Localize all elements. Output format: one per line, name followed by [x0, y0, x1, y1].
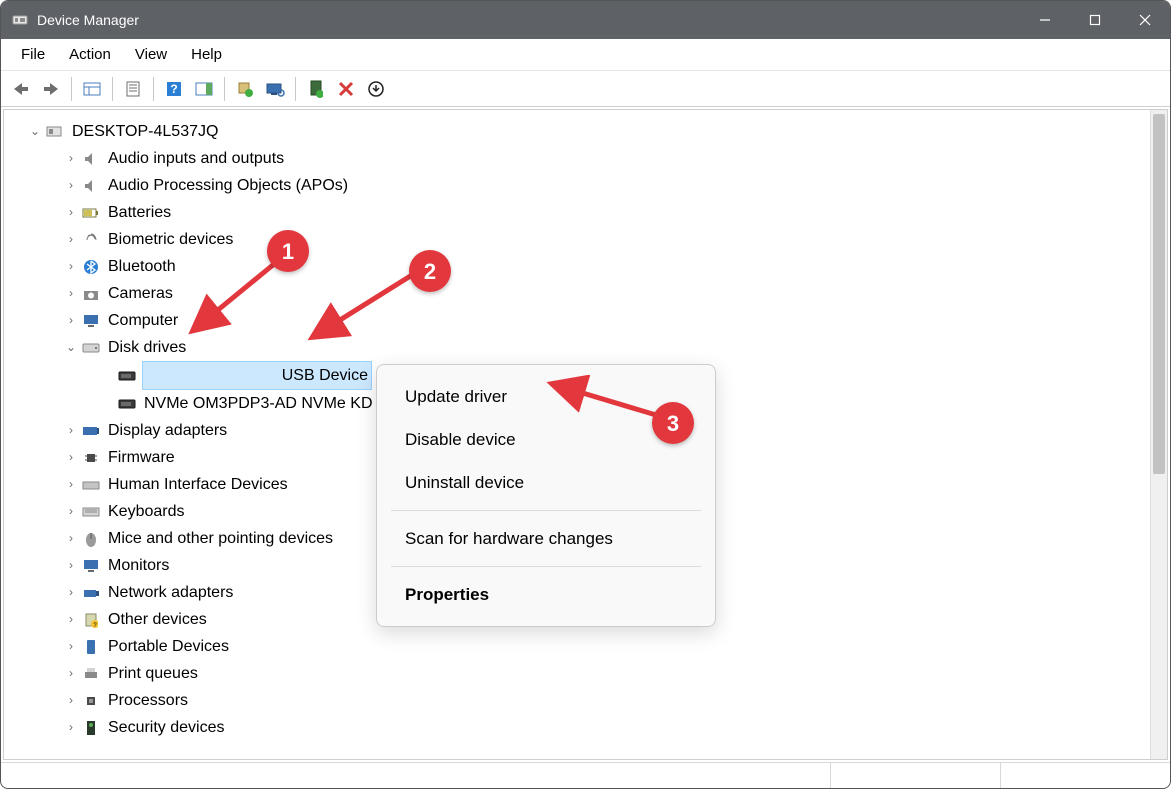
expand-icon[interactable]: ›: [62, 444, 80, 471]
minimize-button[interactable]: [1020, 1, 1070, 39]
window-controls: [1020, 1, 1170, 39]
context-separator: [391, 510, 701, 511]
hid-icon: [80, 475, 102, 495]
scrollbar-thumb[interactable]: [1153, 114, 1165, 474]
disk-drive-icon: [116, 366, 138, 386]
mouse-icon: [80, 529, 102, 549]
expand-icon[interactable]: ›: [62, 633, 80, 660]
context-uninstall-device[interactable]: Uninstall device: [377, 461, 715, 504]
uninstall-device-button[interactable]: [362, 75, 390, 103]
expand-icon[interactable]: ›: [62, 579, 80, 606]
disable-device-button[interactable]: [332, 75, 360, 103]
cpu-icon: [80, 691, 102, 711]
expand-icon[interactable]: ›: [62, 660, 80, 687]
security-device-icon: [80, 718, 102, 738]
expand-icon[interactable]: ›: [62, 714, 80, 741]
collapse-icon[interactable]: ⌄: [62, 334, 80, 361]
chip-icon: [80, 448, 102, 468]
speaker-icon: [80, 149, 102, 169]
expand-icon[interactable]: ›: [62, 417, 80, 444]
annotation-badge-3: 3: [652, 402, 694, 444]
monitor-icon: [80, 311, 102, 331]
category-biometric[interactable]: ›Biometric devices: [8, 226, 1146, 253]
expand-icon[interactable]: ›: [62, 307, 80, 334]
device-manager-window: Device Manager File Action View Help ?: [0, 0, 1171, 789]
portable-device-icon: [80, 637, 102, 657]
computer-icon: [44, 122, 66, 142]
expand-icon[interactable]: ›: [62, 172, 80, 199]
category-computer[interactable]: ›Computer: [8, 307, 1146, 334]
printer-icon: [80, 664, 102, 684]
properties-button[interactable]: [119, 75, 147, 103]
expand-icon[interactable]: ›: [62, 199, 80, 226]
context-properties[interactable]: Properties: [377, 573, 715, 616]
content-area: ⌄ DESKTOP-4L537JQ ›Audio inputs and outp…: [3, 109, 1168, 760]
expand-icon[interactable]: ›: [62, 606, 80, 633]
menu-action[interactable]: Action: [57, 42, 123, 67]
network-icon: [80, 583, 102, 603]
update-driver-button[interactable]: [231, 75, 259, 103]
vertical-scrollbar[interactable]: [1150, 110, 1167, 759]
battery-icon: [80, 203, 102, 223]
enable-device-button[interactable]: [302, 75, 330, 103]
expand-icon[interactable]: ›: [62, 253, 80, 280]
scan-hardware-button[interactable]: [261, 75, 289, 103]
collapse-icon[interactable]: ⌄: [26, 118, 44, 145]
category-print-queues[interactable]: ›Print queues: [8, 660, 1146, 687]
expand-icon[interactable]: ›: [62, 280, 80, 307]
expand-icon[interactable]: ›: [62, 552, 80, 579]
menu-view[interactable]: View: [123, 42, 179, 67]
category-bluetooth[interactable]: ›Bluetooth: [8, 253, 1146, 280]
action-pane-button[interactable]: [190, 75, 218, 103]
context-scan-hardware[interactable]: Scan for hardware changes: [377, 517, 715, 560]
app-icon: [11, 11, 29, 29]
speaker-icon: [80, 176, 102, 196]
context-separator: [391, 566, 701, 567]
back-button[interactable]: [7, 75, 35, 103]
expand-icon[interactable]: ›: [62, 525, 80, 552]
fingerprint-icon: [80, 230, 102, 250]
category-apo[interactable]: ›Audio Processing Objects (APOs): [8, 172, 1146, 199]
annotation-badge-1: 1: [267, 230, 309, 272]
maximize-button[interactable]: [1070, 1, 1120, 39]
camera-icon: [80, 284, 102, 304]
toolbar: ?: [1, 71, 1170, 107]
category-disk-drives[interactable]: ⌄Disk drives: [8, 334, 1146, 361]
tree-root-label: DESKTOP-4L537JQ: [70, 118, 220, 145]
expand-icon[interactable]: ›: [62, 471, 80, 498]
svg-text:?: ?: [170, 82, 177, 96]
expand-icon[interactable]: ›: [62, 687, 80, 714]
disk-drive-icon: [80, 338, 102, 358]
annotation-badge-2: 2: [409, 250, 451, 292]
monitor-icon: [80, 556, 102, 576]
category-portable[interactable]: ›Portable Devices: [8, 633, 1146, 660]
bluetooth-icon: [80, 257, 102, 277]
forward-button[interactable]: [37, 75, 65, 103]
gpu-icon: [80, 421, 102, 441]
show-hide-console-tree-button[interactable]: [78, 75, 106, 103]
statusbar: [1, 762, 1170, 788]
menubar: File Action View Help: [1, 39, 1170, 71]
category-audio-io[interactable]: ›Audio inputs and outputs: [8, 145, 1146, 172]
expand-icon[interactable]: ›: [62, 498, 80, 525]
expand-icon[interactable]: ›: [62, 226, 80, 253]
disk-drive-icon: [116, 394, 138, 414]
close-button[interactable]: [1120, 1, 1170, 39]
unknown-device-icon: ?: [80, 610, 102, 630]
category-processors[interactable]: ›Processors: [8, 687, 1146, 714]
keyboard-icon: [80, 502, 102, 522]
tree-root[interactable]: ⌄ DESKTOP-4L537JQ: [8, 118, 1146, 145]
category-batteries[interactable]: ›Batteries: [8, 199, 1146, 226]
window-title: Device Manager: [37, 12, 1020, 28]
help-button[interactable]: ?: [160, 75, 188, 103]
menu-file[interactable]: File: [9, 42, 57, 67]
expand-icon[interactable]: ›: [62, 145, 80, 172]
category-security[interactable]: ›Security devices: [8, 714, 1146, 741]
category-cameras[interactable]: ›Cameras: [8, 280, 1146, 307]
titlebar: Device Manager: [1, 1, 1170, 39]
device-tree[interactable]: ⌄ DESKTOP-4L537JQ ›Audio inputs and outp…: [4, 110, 1150, 759]
menu-help[interactable]: Help: [179, 42, 234, 67]
